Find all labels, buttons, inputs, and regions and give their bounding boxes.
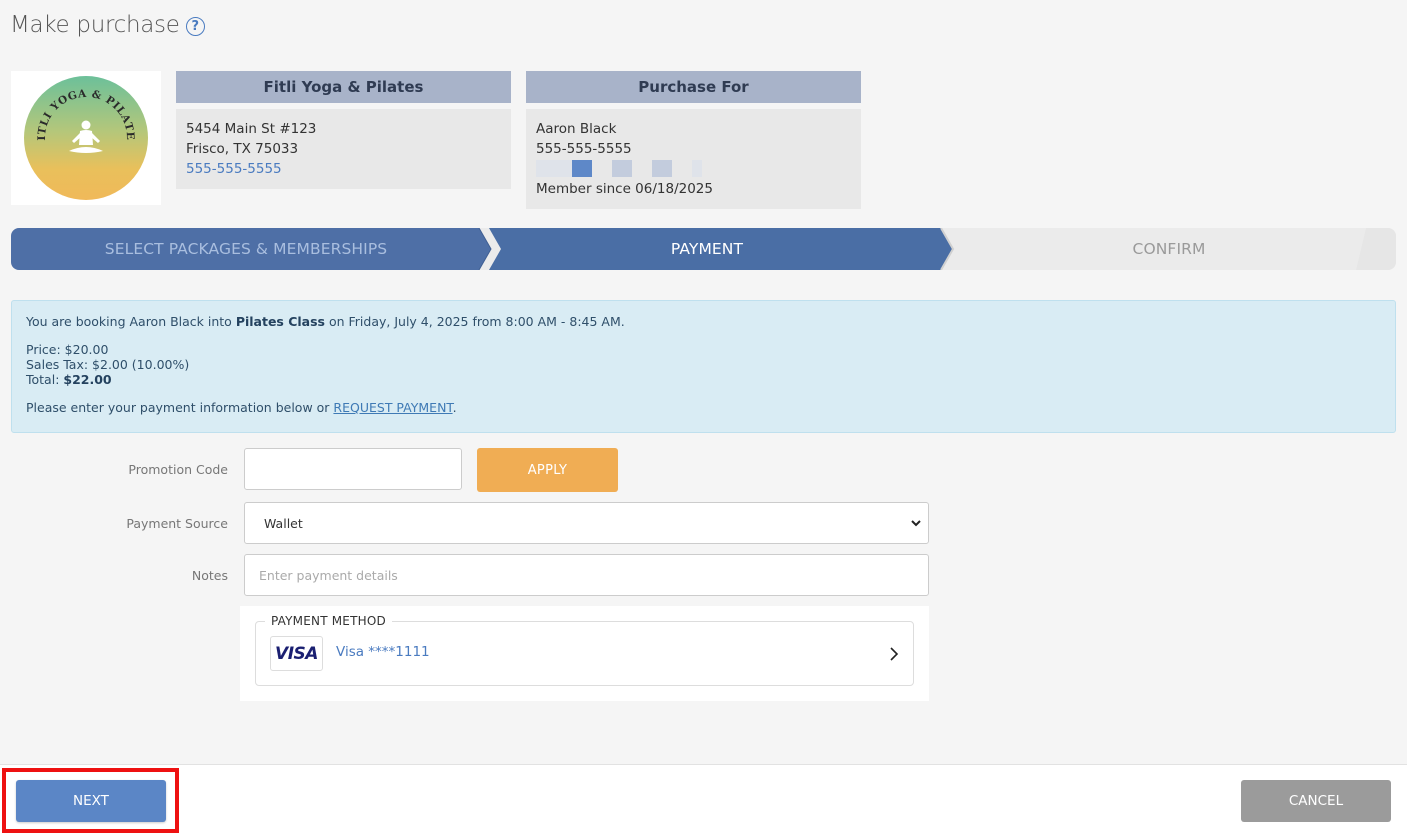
notes-input[interactable]: Enter payment details xyxy=(244,554,929,596)
step-select-packages[interactable]: SELECT PACKAGES & MEMBERSHIPS xyxy=(11,228,481,270)
studio-details: 5454 Main St #123 Frisco, TX 75033 555-5… xyxy=(176,109,511,189)
footer-bar xyxy=(0,765,1407,835)
payment-method-legend: PAYMENT METHOD xyxy=(265,614,392,628)
purchase-stepper: SELECT PACKAGES & MEMBERSHIPS PAYMENT CO… xyxy=(11,228,1396,270)
studio-name: Fitli Yoga & Pilates xyxy=(176,71,511,103)
member-details: Aaron Black 555-555-5555 Member since 06… xyxy=(526,109,861,209)
apply-button[interactable]: APPLY xyxy=(477,448,618,492)
step-confirm: CONFIRM xyxy=(1132,240,1206,258)
sales-tax-line: Sales Tax: $2.00 (10.00%) xyxy=(26,357,190,372)
chevron-down-icon xyxy=(911,520,921,527)
promo-code-input[interactable] xyxy=(244,448,462,490)
studio-logo: FITLI YOGA & PILATES xyxy=(11,71,161,205)
cancel-button[interactable]: CANCEL xyxy=(1241,780,1391,822)
studio-card: Fitli Yoga & Pilates 5454 Main St #123 F… xyxy=(176,71,511,189)
page-title: Make purchase ? xyxy=(10,12,205,38)
step-payment: PAYMENT xyxy=(670,240,744,258)
notes-placeholder: Enter payment details xyxy=(259,567,398,583)
payment-method-card[interactable]: VISA Visa ****1111 xyxy=(255,621,914,686)
total-value: $22.00 xyxy=(63,372,112,387)
payment-source-value: Wallet xyxy=(264,515,303,531)
payment-prompt-end: . xyxy=(452,400,457,415)
booking-intro-suffix: on Friday, July 4, 2025 from 8:00 AM - 8… xyxy=(325,314,625,329)
payment-source-label: Payment Source xyxy=(126,516,228,531)
notes-label: Notes xyxy=(191,568,228,583)
studio-address-line2: Frisco, TX 75033 xyxy=(186,141,299,157)
promo-code-label: Promotion Code xyxy=(128,462,228,477)
member-card-header: Purchase For xyxy=(526,71,861,103)
member-since: Member since 06/18/2025 xyxy=(536,181,713,197)
redacted-email xyxy=(536,160,851,177)
booking-intro-prefix: You are booking Aaron Black into xyxy=(26,314,236,329)
next-button[interactable]: NEXT xyxy=(16,780,166,822)
studio-phone-link[interactable]: 555-555-5555 xyxy=(186,159,501,179)
page-title-text: Make purchase xyxy=(10,12,180,38)
payment-source-select[interactable]: Wallet xyxy=(244,502,929,544)
payment-method-panel: VISA Visa ****1111 PAYMENT METHOD xyxy=(240,606,929,701)
card-label: Visa ****1111 xyxy=(336,644,430,660)
visa-card-icon: VISA xyxy=(270,636,323,671)
total-label: Total: xyxy=(26,372,64,387)
yoga-logo-icon: FITLI YOGA & PILATES xyxy=(23,75,148,200)
question-circle-icon[interactable]: ? xyxy=(185,16,205,36)
chevron-right-icon[interactable] xyxy=(889,646,899,662)
price-line: Price: $20.00 xyxy=(26,342,109,357)
booking-summary: You are booking Aaron Black into Pilates… xyxy=(11,300,1396,433)
member-card: Purchase For Aaron Black 555-555-5555 Me… xyxy=(526,71,861,209)
total-line: Total: $22.00 xyxy=(26,372,1381,387)
member-phone: 555-555-5555 xyxy=(536,141,632,157)
request-payment-link[interactable]: REQUEST PAYMENT xyxy=(333,400,452,415)
booking-class-name: Pilates Class xyxy=(235,314,325,329)
payment-prompt-text: Please enter your payment information be… xyxy=(26,400,334,415)
booking-intro: You are booking Aaron Black into Pilates… xyxy=(26,314,1381,329)
payment-prompt: Please enter your payment information be… xyxy=(26,400,1381,415)
visa-brand-text: VISA xyxy=(275,643,318,664)
member-name: Aaron Black xyxy=(536,121,617,137)
studio-address-line1: 5454 Main St #123 xyxy=(186,121,317,137)
